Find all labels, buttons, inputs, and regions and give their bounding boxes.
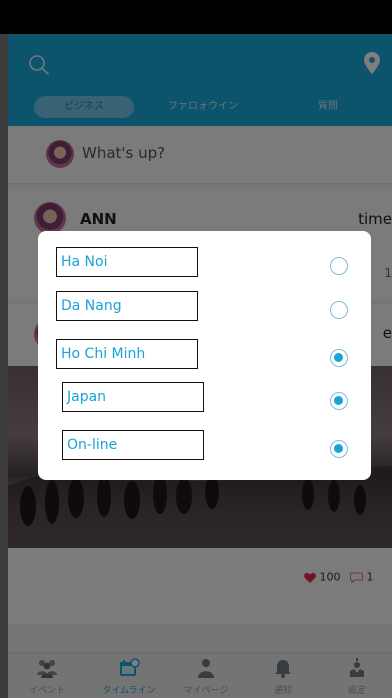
radio-button[interactable] [330, 392, 348, 410]
region-label: Da Nang [56, 291, 198, 321]
region-label: Ha Noi [56, 247, 198, 277]
radio-button[interactable] [330, 257, 348, 275]
region-option-ho-chi-minh[interactable]: Ho Chi Minh [38, 339, 371, 375]
region-label: Ho Chi Minh [56, 339, 198, 369]
region-select-dialog: Ha Noi Da Nang Ho Chi Minh Japan On-line [38, 231, 371, 480]
region-option-da-nang[interactable]: Da Nang [38, 291, 371, 327]
radio-button[interactable] [330, 440, 348, 458]
region-option-japan[interactable]: Japan [38, 382, 371, 418]
radio-button[interactable] [330, 349, 348, 367]
region-option-ha-noi[interactable]: Ha Noi [38, 247, 371, 283]
region-label: Japan [62, 382, 204, 412]
region-label: On-line [62, 430, 204, 460]
region-option-online[interactable]: On-line [38, 430, 371, 466]
radio-button[interactable] [330, 301, 348, 319]
